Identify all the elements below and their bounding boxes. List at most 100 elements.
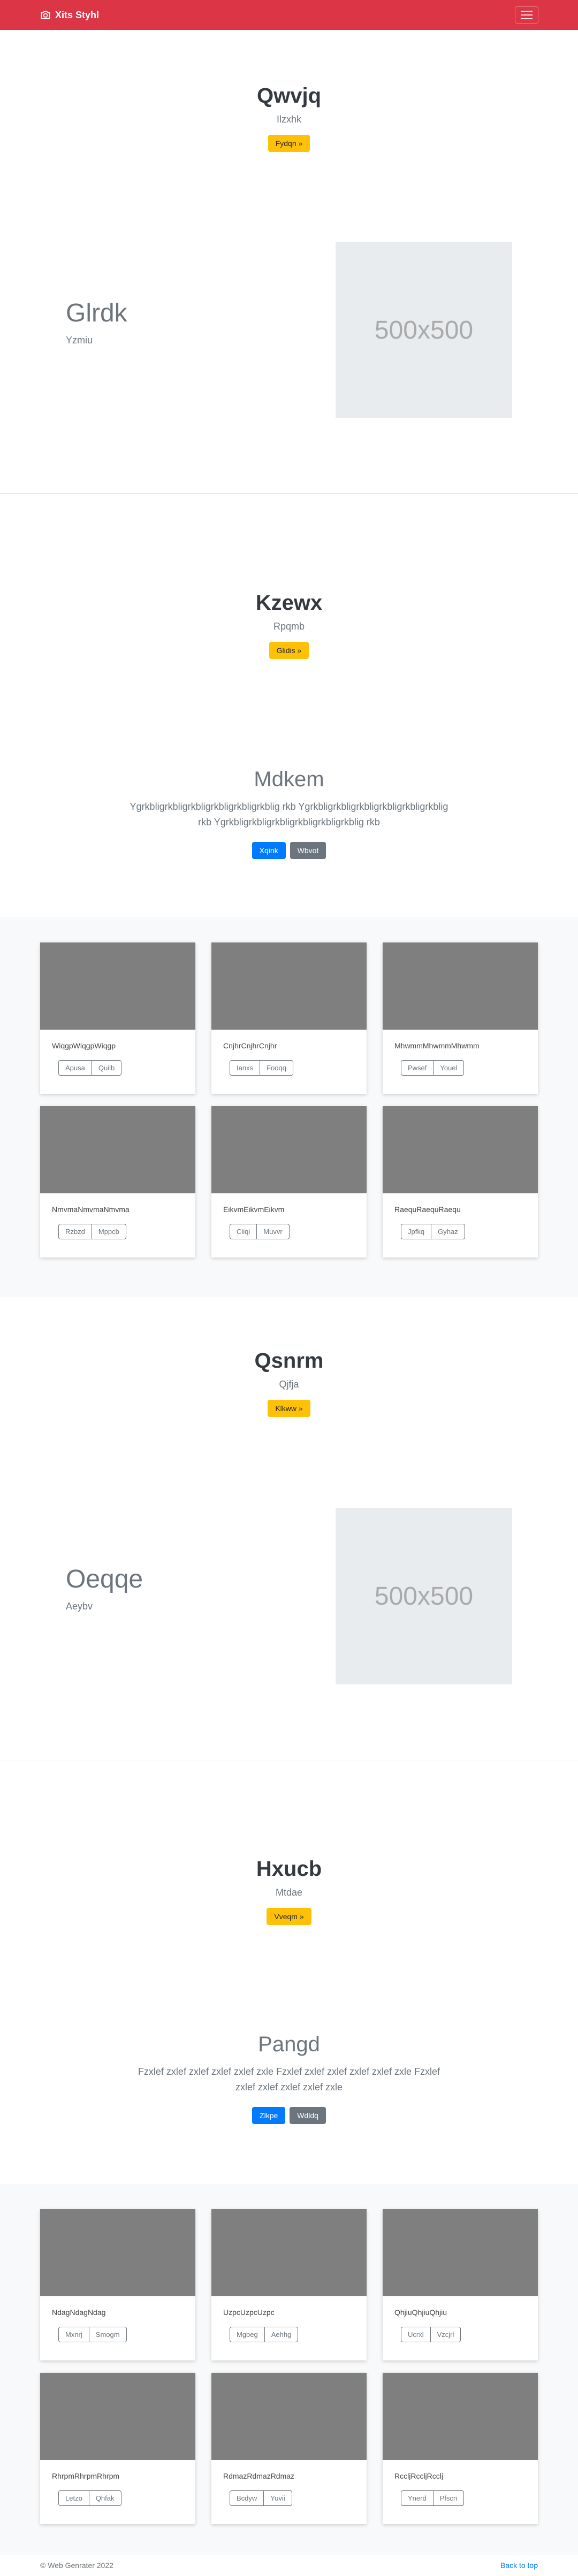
brand-link[interactable]: Xits Styhl <box>40 0 99 30</box>
card-thumbnail <box>40 942 195 1030</box>
feature-image: 500x500 <box>336 242 512 418</box>
card-button-edit[interactable]: Pfscn <box>432 2490 465 2506</box>
card-text: UzpcUzpcUzpc <box>223 2308 275 2317</box>
card-button-view[interactable]: Jpfkq <box>401 1224 432 1239</box>
card-thumbnail <box>211 2209 367 2296</box>
card-button-group: Ynerd Pfscn <box>401 2490 465 2506</box>
card-button-edit[interactable]: Mppcb <box>91 1224 126 1239</box>
album-card: EikvmEikvmEikvm Ciiqi Muvvr <box>211 1106 367 1258</box>
card-button-group: Letzo Qhfak <box>58 2490 121 2506</box>
card-thumbnail <box>211 942 367 1030</box>
back-to-top-link[interactable]: Back to top <box>500 2561 538 2570</box>
card-text: WiqgpWiqgpWiqgp <box>52 1041 116 1050</box>
card-button-edit[interactable]: Vzcjrl <box>430 2327 461 2342</box>
card-text: RaequRaequRaequ <box>394 1205 461 1214</box>
copyright-text: © Web Genrater 2022 <box>40 2561 113 2570</box>
hero-title: Qsnrm <box>254 1349 324 1373</box>
feature-section-1: Glrdk Yzmiu 500x500 <box>0 241 578 423</box>
card-thumbnail <box>383 2373 538 2460</box>
card-button-edit[interactable]: Muvvr <box>256 1224 290 1239</box>
card-button-view[interactable]: Apusa <box>58 1060 92 1076</box>
text-section-1: Mdkem Ygrkbligrkbligrkbligrkbligrkbligrk… <box>0 768 578 859</box>
album-card: NmvmaNmvmaNmvma Rzbzd Mppcb <box>40 1106 195 1258</box>
menu-toggle-button[interactable] <box>515 6 538 24</box>
menu-icon <box>521 11 533 12</box>
card-button-view[interactable]: Mxnrj <box>58 2327 89 2342</box>
button-row: Xqink Wbvot <box>0 841 578 859</box>
card-button-group: Mxnrj Smogm <box>58 2327 127 2342</box>
card-text: RhrpmRhrpmRhrpm <box>52 2472 120 2480</box>
hero-button[interactable]: Glidis » <box>269 642 309 659</box>
card-button-group: Apusa Quilb <box>58 1060 122 1076</box>
primary-button[interactable]: Zlkpe <box>252 2106 286 2124</box>
hero-button[interactable]: Fydqn » <box>268 135 310 152</box>
feature-image: 500x500 <box>336 1508 512 1684</box>
card-button-view[interactable]: Ynerd <box>401 2490 434 2506</box>
card-button-edit[interactable]: Youel <box>433 1060 465 1076</box>
album-section-2: NdagNdagNdag Mxnrj Smogm UzpcUzpcUzpc Mg… <box>0 2184 578 2555</box>
album-card: RccljRccljRcclj Ynerd Pfscn <box>383 2373 538 2524</box>
card-button-group: Mgbeg Aehhg <box>230 2327 299 2342</box>
secondary-button[interactable]: Wdldq <box>290 2106 326 2124</box>
card-button-view[interactable]: Ciiqi <box>230 1224 257 1239</box>
card-thumbnail <box>383 942 538 1030</box>
text-title: Pangd <box>258 2033 320 2056</box>
footer: © Web Genrater 2022 Back to top <box>0 2555 578 2576</box>
hero-subtitle: Qjfja <box>279 1379 299 1390</box>
button-row: Zlkpe Wdldq <box>0 2106 578 2124</box>
card-thumbnail <box>40 2373 195 2460</box>
card-button-edit[interactable]: Aehhg <box>264 2327 299 2342</box>
card-button-view[interactable]: Bcdyw <box>230 2490 264 2506</box>
album-card: WiqgpWiqgpWiqgp Apusa Quilb <box>40 942 195 1094</box>
text-body: Fzxlef zxlef zxlef zxlef zxlef zxle Fzxl… <box>138 2066 440 2092</box>
album-card: RhrpmRhrpmRhrpm Letzo Qhfak <box>40 2373 195 2524</box>
card-text: RccljRccljRcclj <box>394 2472 443 2480</box>
hero-subtitle: Ilzxhk <box>276 114 301 125</box>
secondary-button[interactable]: Wbvot <box>290 841 326 859</box>
album-card: QhjiuQhjiuQhjiu Ucrxl Vzcjrl <box>383 2209 538 2360</box>
text-section-2: Pangd Fzxlef zxlef zxlef zxlef zxlef zxl… <box>0 2033 578 2124</box>
hero-button[interactable]: Vveqm » <box>267 1908 311 1925</box>
primary-button[interactable]: Xqink <box>252 841 286 859</box>
card-button-view[interactable]: Ianxs <box>230 1060 261 1076</box>
album-card: MhwmmMhwmmMhwmm Pwsef Youel <box>383 942 538 1094</box>
feature-title: Oeqqe <box>66 1565 143 1593</box>
card-text: NdagNdagNdag <box>52 2308 106 2317</box>
hero-section-1: Qwvjq Ilzxhk Fydqn » <box>0 83 578 152</box>
card-thumbnail <box>383 1106 538 1193</box>
navbar: Xits Styhl <box>0 0 578 30</box>
hero-button[interactable]: Klkww » <box>268 1400 310 1417</box>
text-title: Mdkem <box>254 768 324 791</box>
card-button-edit[interactable]: Yuvii <box>263 2490 292 2506</box>
card-button-view[interactable]: Rzbzd <box>58 1224 92 1239</box>
card-button-edit[interactable]: Fooqq <box>260 1060 293 1076</box>
hero-subtitle: Rpqmb <box>273 621 305 632</box>
card-text: NmvmaNmvmaNmvma <box>52 1205 130 1214</box>
card-button-group: Rzbzd Mppcb <box>58 1224 126 1239</box>
feature-title: Glrdk <box>66 299 127 327</box>
card-thumbnail <box>40 2209 195 2296</box>
card-text: RdmazRdmazRdmaz <box>223 2472 295 2480</box>
card-text: EikvmEikvmEikvm <box>223 1205 285 1214</box>
hero-title: Qwvjq <box>256 84 322 108</box>
card-thumbnail <box>383 2209 538 2296</box>
album-card: UzpcUzpcUzpc Mgbeg Aehhg <box>211 2209 367 2360</box>
feature-subtitle: Aeybv <box>66 1601 93 1612</box>
card-button-edit[interactable]: Quilb <box>91 1060 122 1076</box>
card-button-edit[interactable]: Gyhaz <box>431 1224 465 1239</box>
card-button-group: Ianxs Fooqq <box>230 1060 293 1076</box>
card-button-view[interactable]: Letzo <box>58 2490 89 2506</box>
album-card: NdagNdagNdag Mxnrj Smogm <box>40 2209 195 2360</box>
card-button-view[interactable]: Ucrxl <box>401 2327 431 2342</box>
hero-section-2: Kzewx Rpqmb Glidis » <box>0 590 578 659</box>
card-button-edit[interactable]: Smogm <box>88 2327 127 2342</box>
card-button-view[interactable]: Pwsef <box>401 1060 434 1076</box>
album-card: RaequRaequRaequ Jpfkq Gyhaz <box>383 1106 538 1258</box>
card-thumbnail <box>40 1106 195 1193</box>
camera-icon <box>41 11 50 19</box>
text-body: Ygrkbligrkbligrkbligrkbligrkbligrkblig r… <box>130 801 448 827</box>
card-button-edit[interactable]: Qhfak <box>88 2490 121 2506</box>
feature-subtitle: Yzmiu <box>66 335 93 346</box>
card-text: QhjiuQhjiuQhjiu <box>394 2308 447 2317</box>
card-button-view[interactable]: Mgbeg <box>230 2327 265 2342</box>
